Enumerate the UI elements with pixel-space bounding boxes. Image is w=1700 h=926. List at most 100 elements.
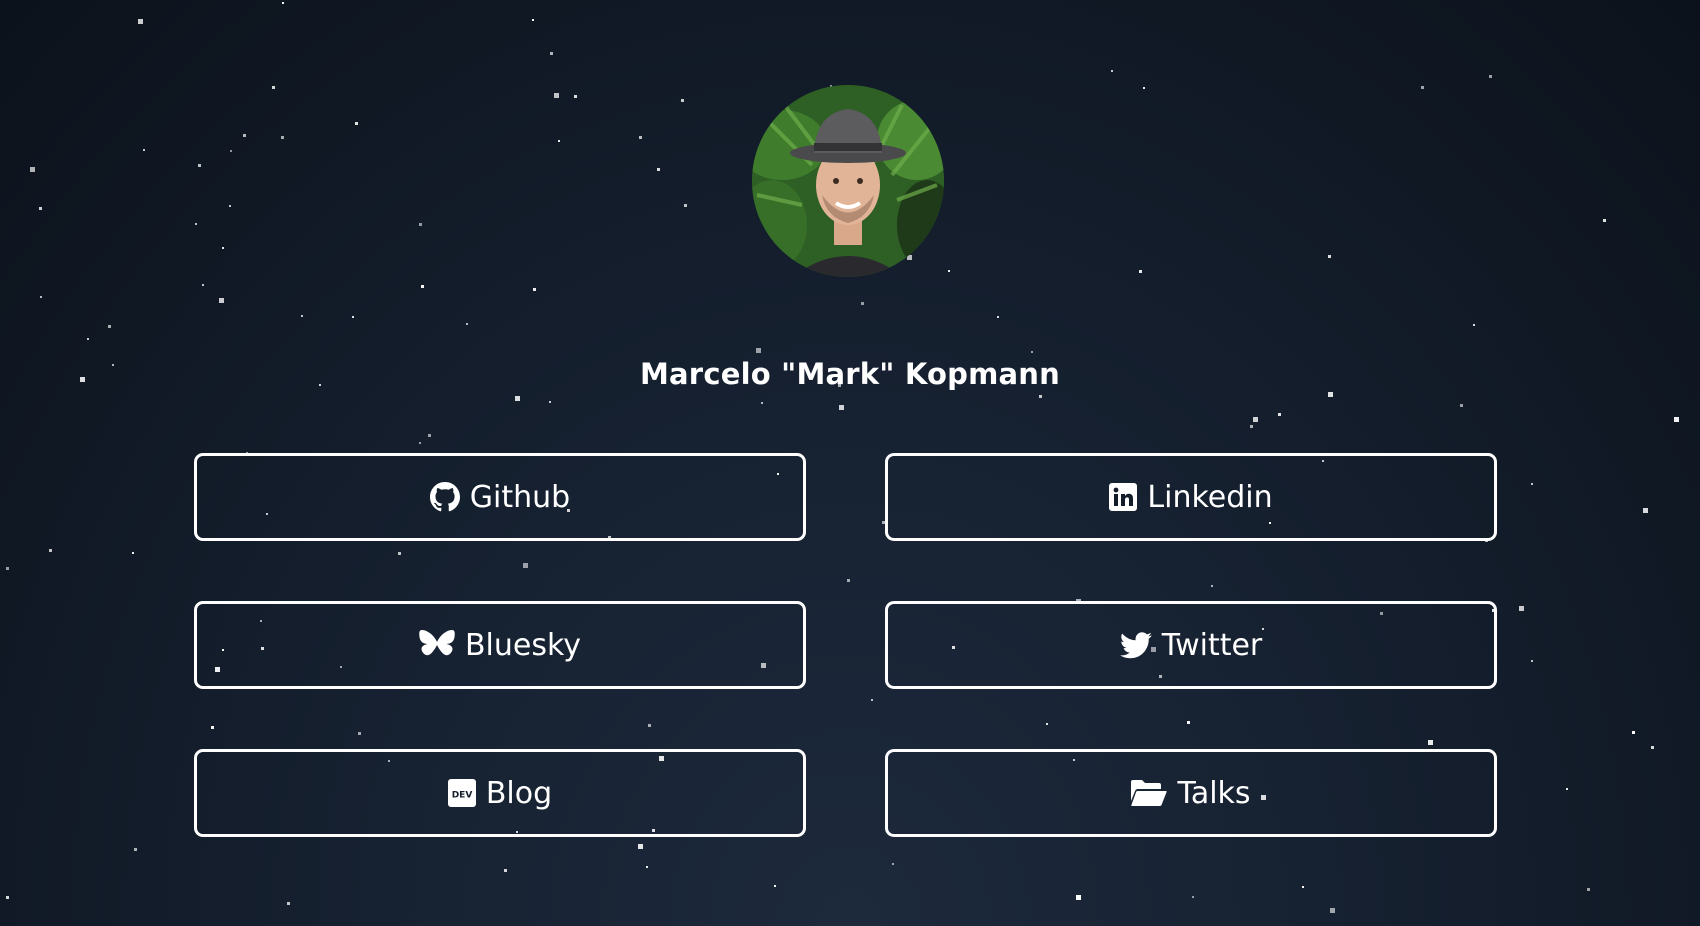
star <box>515 396 520 401</box>
star <box>1632 731 1635 734</box>
star <box>892 863 894 865</box>
linkedin-icon <box>1109 483 1138 511</box>
star <box>195 223 197 225</box>
star <box>1328 255 1331 258</box>
star <box>1603 219 1606 222</box>
star <box>282 2 284 4</box>
star <box>646 866 648 868</box>
linkedin-button[interactable]: Linkedin <box>885 453 1497 541</box>
star <box>657 168 660 171</box>
star <box>532 19 534 21</box>
star <box>550 52 553 55</box>
star <box>138 19 143 24</box>
star <box>301 315 303 317</box>
star <box>198 164 201 167</box>
star <box>533 288 536 291</box>
star <box>229 205 231 207</box>
star <box>948 270 950 272</box>
blog-button[interactable]: DEV Blog <box>194 749 806 837</box>
star <box>419 442 421 444</box>
star <box>847 579 850 582</box>
star <box>466 323 468 325</box>
star <box>1587 888 1590 891</box>
star <box>398 552 401 555</box>
talks-label: Talks <box>1177 775 1251 811</box>
blog-label: Blog <box>485 775 553 811</box>
bluesky-icon <box>419 629 455 661</box>
dev-icon: DEV <box>447 779 476 807</box>
star <box>281 136 284 139</box>
star <box>1566 788 1568 790</box>
star <box>1031 351 1033 353</box>
star <box>421 285 424 288</box>
star <box>1302 886 1304 888</box>
star <box>638 844 643 849</box>
star <box>108 325 111 328</box>
star <box>202 284 204 286</box>
talks-button[interactable]: Talks <box>885 749 1497 837</box>
star <box>681 99 684 102</box>
star <box>648 724 651 727</box>
profile-name: Marcelo "Mark" Kopmann <box>639 357 1060 391</box>
star <box>143 149 145 151</box>
star <box>839 405 844 410</box>
star <box>639 136 642 139</box>
star <box>243 134 246 137</box>
star <box>87 338 89 340</box>
star <box>997 316 999 318</box>
star <box>861 302 864 305</box>
star <box>1674 417 1679 422</box>
star <box>1076 895 1081 900</box>
twitter-label: Twitter <box>1161 627 1263 663</box>
star <box>1330 908 1335 913</box>
star <box>39 207 42 210</box>
star <box>30 167 35 172</box>
star <box>132 552 134 554</box>
star <box>230 150 232 152</box>
star <box>6 896 9 899</box>
star <box>1421 86 1424 89</box>
star <box>1489 75 1492 78</box>
star <box>1651 746 1654 749</box>
star <box>211 726 214 729</box>
star <box>419 223 422 226</box>
star <box>523 563 528 568</box>
star <box>756 348 761 353</box>
github-icon <box>429 482 460 512</box>
star <box>684 204 687 207</box>
twitter-button[interactable]: Twitter <box>885 601 1497 689</box>
star <box>1139 270 1142 273</box>
star <box>549 401 551 403</box>
star <box>871 699 873 701</box>
star <box>6 567 9 570</box>
star <box>358 732 361 735</box>
star <box>558 140 560 142</box>
star <box>1460 404 1463 407</box>
star <box>287 902 290 905</box>
star <box>222 247 224 249</box>
twitter-icon <box>1119 631 1152 659</box>
star <box>554 93 559 98</box>
svg-text:DEV: DEV <box>452 791 473 801</box>
bluesky-button[interactable]: Bluesky <box>194 601 806 689</box>
star <box>219 298 224 303</box>
star <box>1143 87 1145 89</box>
star <box>774 885 776 887</box>
star <box>40 296 42 298</box>
star <box>1643 508 1648 513</box>
star <box>1328 392 1333 397</box>
star <box>1192 896 1194 898</box>
star <box>574 95 577 98</box>
profile-photo <box>752 85 944 277</box>
star <box>1111 70 1113 72</box>
star <box>1473 324 1475 326</box>
avatar <box>752 85 944 277</box>
star <box>134 848 137 851</box>
github-button[interactable]: Github <box>194 453 806 541</box>
github-label: Github <box>469 479 571 515</box>
star <box>1211 585 1213 587</box>
star <box>272 86 275 89</box>
star <box>1187 721 1190 724</box>
linkedin-label: Linkedin <box>1147 479 1273 515</box>
star <box>1039 395 1042 398</box>
